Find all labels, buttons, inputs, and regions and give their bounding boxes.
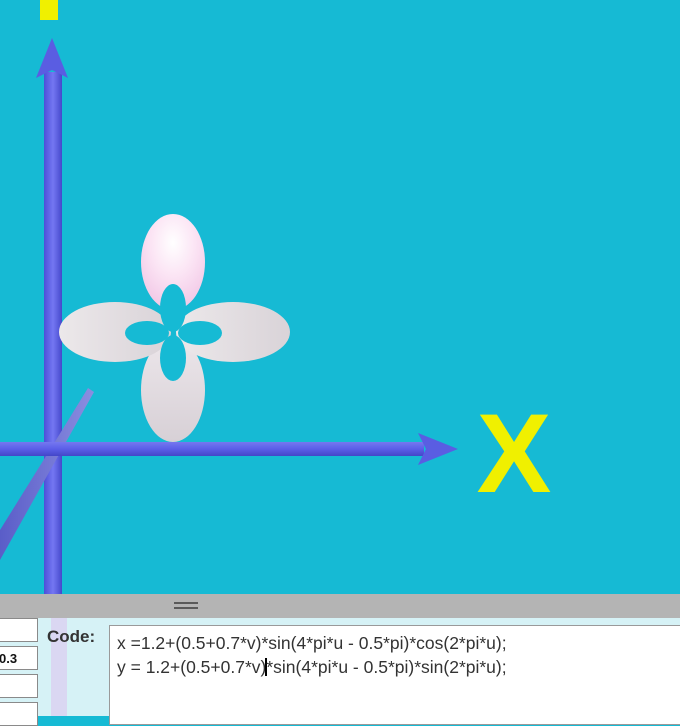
3d-viewport[interactable]: X xyxy=(0,0,680,594)
x-axis xyxy=(0,442,424,456)
y-axis-label xyxy=(40,0,58,20)
surface-hole-left xyxy=(125,321,169,345)
drag-handle-icon[interactable] xyxy=(174,601,200,611)
param-field-3[interactable] xyxy=(0,674,38,698)
x-axis-label: X xyxy=(477,391,552,516)
parametric-surface xyxy=(59,214,290,442)
surface-hole-top xyxy=(160,284,186,332)
panel-splitter[interactable] xyxy=(0,594,680,618)
code-line-1: x =1.2+(0.5+0.7*v)*sin(4*pi*u - 0.5*pi)*… xyxy=(117,633,507,653)
code-editor[interactable]: x =1.2+(0.5+0.7*v)*sin(4*pi*u - 0.5*pi)*… xyxy=(109,625,680,725)
param-field-4[interactable] xyxy=(0,702,38,726)
param-field-2[interactable]: 0.3 xyxy=(0,646,38,670)
surface-hole-right xyxy=(178,321,222,345)
surface-hole-bottom xyxy=(160,335,186,381)
code-line-2-after-caret: *sin(4*pi*u - 0.5*pi)*sin(2*pi*u); xyxy=(266,657,507,677)
code-label: Code: xyxy=(47,627,96,646)
code-line-2-before-caret: y = 1.2+(0.5+0.7*v) xyxy=(117,657,267,677)
param-field-1[interactable] xyxy=(0,618,38,642)
